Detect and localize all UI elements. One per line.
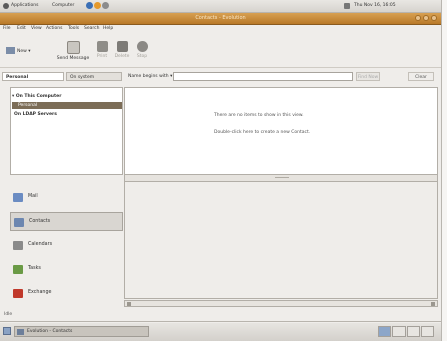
close-icon[interactable]	[431, 15, 437, 21]
switcher-exchange[interactable]: Exchange	[10, 284, 123, 303]
tasks-icon	[13, 265, 23, 274]
switcher-mail[interactable]: Mail	[10, 188, 123, 207]
switcher-calendars[interactable]: Calendars	[10, 236, 123, 255]
window-title: Contacts - Evolution	[195, 15, 246, 21]
volume-icon[interactable]	[344, 3, 350, 9]
menu-view[interactable]: View	[31, 26, 42, 31]
switcher-contacts[interactable]: Contacts	[10, 212, 123, 231]
maximize-icon[interactable]	[423, 15, 429, 21]
chevron-down-icon[interactable]: ▾	[28, 49, 30, 54]
tree-item-personal[interactable]: Personal	[12, 102, 122, 109]
address-book-tree: ▾ On This Computer Personal On LDAP Serv…	[10, 87, 123, 175]
printer-icon	[96, 41, 108, 52]
new-button[interactable]: New ▾	[6, 47, 31, 54]
search-input[interactable]	[173, 72, 353, 81]
workspace-2[interactable]	[392, 326, 406, 337]
tree-group-on-this-computer[interactable]: ▾ On This Computer	[12, 93, 61, 100]
contact-list[interactable]: There are no items to show in this view.…	[124, 87, 438, 175]
scroll-right-icon[interactable]	[431, 302, 435, 306]
launcher-icons	[86, 2, 118, 10]
window-icon	[17, 329, 24, 335]
exchange-icon	[13, 289, 23, 298]
stop-icon	[136, 41, 148, 52]
taskbar-item-evolution[interactable]: Evolution - Contacts	[14, 326, 149, 337]
contact-preview-pane	[124, 181, 438, 299]
bottom-panel: Evolution - Contacts	[0, 323, 441, 341]
foot-icon[interactable]	[3, 3, 9, 9]
scroll-left-icon[interactable]	[127, 302, 131, 306]
trash-icon	[116, 41, 128, 52]
tree-group-on-ldap-servers[interactable]: On LDAP Servers	[14, 111, 57, 118]
workspace-1[interactable]	[378, 326, 392, 337]
computer-menu[interactable]: Computer	[52, 3, 74, 9]
calendar-icon	[13, 241, 23, 250]
menu-file[interactable]: File	[3, 26, 11, 31]
clock[interactable]: Thu Nov 16, 16:05	[354, 3, 396, 9]
empty-message-line1: There are no items to show in this view.	[214, 113, 304, 118]
show-desktop-icon[interactable]	[3, 327, 11, 335]
mail-icon[interactable]	[94, 2, 101, 9]
contacts-icon	[14, 218, 24, 227]
view-search-row: Personal On system Name begins with ▾ Fi…	[0, 70, 441, 85]
workspace-switcher	[378, 326, 434, 337]
empty-message-line2[interactable]: Double-click here to create a new Contac…	[214, 130, 310, 135]
clear-button[interactable]: Clear	[408, 72, 434, 81]
tab-on-system[interactable]: On system	[66, 72, 122, 81]
new-contact-icon	[6, 47, 15, 54]
send-message-button[interactable]: Send Message	[56, 41, 90, 61]
chevron-down-icon: ▾	[170, 74, 173, 79]
mail-icon	[13, 193, 23, 202]
tab-personal[interactable]: Personal	[2, 72, 64, 81]
find-now-button[interactable]: Find Now	[356, 72, 380, 81]
horizontal-scrollbar[interactable]	[124, 300, 438, 307]
applications-menu[interactable]: Applications	[11, 3, 39, 9]
browser-icon[interactable]	[86, 2, 93, 9]
minimize-icon[interactable]	[415, 15, 421, 21]
delete-button[interactable]: Delete	[112, 41, 132, 59]
search-scope-dropdown[interactable]: Name begins with ▾	[128, 74, 172, 79]
help-icon[interactable]	[102, 2, 109, 9]
top-panel: Applications Computer Thu Nov 16, 16:05	[0, 0, 441, 13]
menu-tools[interactable]: Tools	[68, 26, 79, 31]
window-titlebar[interactable]: Contacts - Evolution	[0, 13, 441, 25]
menu-edit[interactable]: Edit	[17, 26, 26, 31]
toolbar: New ▾ Send Message Print Delete Stop	[0, 35, 441, 68]
menu-actions[interactable]: Actions	[46, 26, 62, 31]
menu-search[interactable]: Search	[84, 26, 99, 31]
window-controls	[413, 15, 437, 23]
switcher-tasks[interactable]: Tasks	[10, 260, 123, 279]
print-button[interactable]: Print	[93, 41, 111, 59]
desktop-edge	[442, 0, 447, 341]
menu-help[interactable]: Help	[103, 26, 113, 31]
stop-button[interactable]: Stop	[134, 41, 150, 59]
menu-bar: File Edit View Actions Tools Search Help	[0, 25, 441, 34]
workspace-4[interactable]	[420, 326, 434, 337]
envelope-icon	[66, 41, 80, 54]
workspace-3[interactable]	[406, 326, 420, 337]
status-bar: Idle	[0, 311, 441, 319]
status-text: Idle	[4, 312, 13, 317]
